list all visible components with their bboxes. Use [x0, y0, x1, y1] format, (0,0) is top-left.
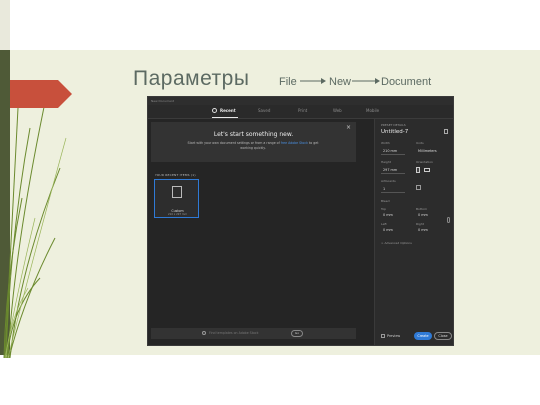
new-document-dialog: New Document Recent Saved Print Web Mobi… [147, 96, 454, 346]
bleed-label: Bleed [381, 199, 390, 203]
welcome-text-part: Start with your own document settings or… [187, 141, 280, 145]
bottom-field[interactable]: 0 mm [418, 213, 428, 217]
advanced-options-toggle[interactable]: > Advanced Options [381, 241, 412, 245]
flow-step-new: New [329, 76, 352, 88]
slide-title: Параметры [133, 67, 250, 90]
flow-arrow-icon [300, 78, 326, 84]
orientation-label: Orientation [416, 160, 433, 164]
welcome-banner: × Let's start something new. Start with … [151, 122, 356, 162]
clock-icon [212, 108, 217, 113]
search-input[interactable]: Find templates on Adobe Stock [209, 331, 259, 335]
adobe-stock-link[interactable]: free Adobe Stock [281, 141, 308, 145]
left-label: Left [381, 222, 387, 226]
artboards-checkbox[interactable] [416, 185, 421, 190]
preview-checkbox[interactable] [381, 334, 385, 338]
slide: Параметры File New Document New Document… [0, 0, 540, 405]
landscape-icon[interactable] [424, 168, 430, 172]
width-label: Width [381, 141, 390, 145]
flow-arrow-icon [352, 78, 380, 84]
template-search-bar[interactable]: Find templates on Adobe Stock Go [151, 328, 356, 339]
top-field[interactable]: 0 mm [383, 213, 393, 217]
artboards-underline [381, 187, 405, 193]
units-label: Units [416, 141, 424, 145]
preset-tabs: Recent Saved Print Web Mobile [148, 105, 453, 119]
search-icon [202, 331, 206, 335]
link-icon[interactable] [447, 217, 450, 223]
flow-step-document: Document [381, 76, 432, 88]
width-underline [381, 149, 405, 155]
right-label: Right [416, 222, 424, 226]
right-field[interactable]: 0 mm [418, 228, 428, 232]
height-label: Height [381, 160, 391, 164]
recent-document-card[interactable]: Custom 210 x 297 mm [154, 179, 199, 218]
artboards-label: Artboards [381, 179, 396, 183]
close-icon[interactable]: × [346, 124, 351, 131]
portrait-icon[interactable] [416, 167, 420, 173]
recent-items-label: YOUR RECENT ITEMS (1) [155, 173, 196, 177]
welcome-title: Let's start something new. [213, 131, 294, 138]
active-tab-indicator [212, 117, 238, 118]
go-button[interactable]: Go [291, 330, 303, 337]
recent-document-size: 210 x 297 mm [168, 213, 187, 216]
top-label: Top [381, 207, 387, 211]
preset-details-panel: PRESET DETAILS Untitled-7 Width 210 mm U… [374, 119, 453, 345]
tab-mobile[interactable]: Mobile [366, 108, 379, 113]
tab-web[interactable]: Web [333, 108, 342, 113]
close-button[interactable]: Close [434, 332, 452, 340]
preview-label: Preview [387, 334, 401, 338]
document-icon [172, 186, 182, 198]
preset-section-label: PRESET DETAILS [381, 123, 406, 127]
units-select[interactable]: Millimeters [418, 149, 437, 153]
welcome-text: Start with your own document settings or… [183, 141, 323, 150]
flow-step-file: File [279, 76, 297, 88]
left-field[interactable]: 0 mm [383, 228, 393, 232]
preset-name-field[interactable]: Untitled-7 [381, 129, 408, 135]
tab-saved[interactable]: Saved [258, 108, 270, 113]
red-arrow-shape [10, 80, 72, 108]
bottom-label: Bottom [416, 207, 428, 211]
slide-top-area [10, 0, 540, 50]
tab-print[interactable]: Print [298, 108, 307, 113]
slide-bottom-area [0, 355, 540, 405]
save-preset-icon[interactable] [444, 129, 448, 134]
tab-recent[interactable]: Recent [220, 108, 236, 113]
dialog-titlebar: New Document [148, 97, 453, 105]
create-button[interactable]: Create [414, 332, 432, 340]
height-underline [381, 168, 405, 174]
